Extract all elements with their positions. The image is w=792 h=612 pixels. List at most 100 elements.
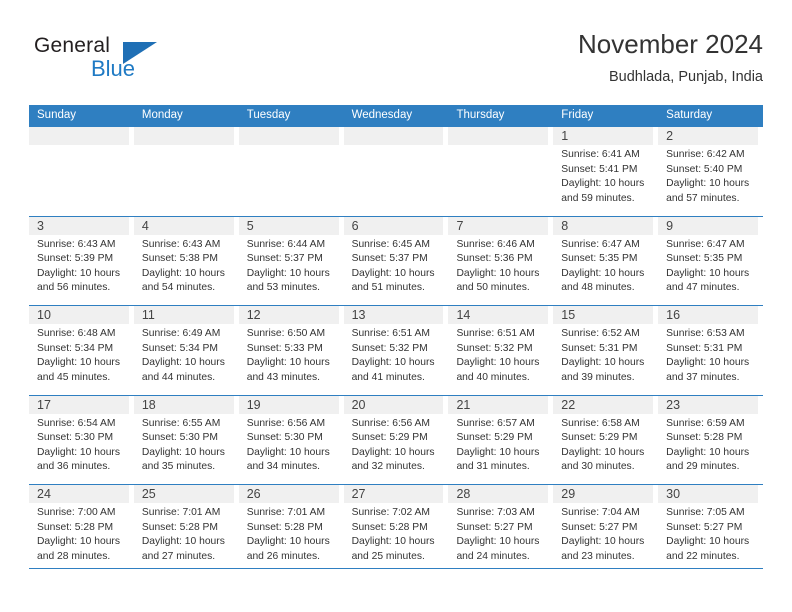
sunrise-text: Sunrise: 7:01 AM: [246, 507, 326, 518]
day-details: [239, 145, 339, 148]
day-details: Sunrise: 7:02 AM Sunset: 5:28 PM Daylight:…: [344, 503, 444, 564]
day-cell[interactable]: 26 Sunrise: 7:01 AM Sunset: 5:28 PM Dayligh…: [238, 485, 344, 574]
day-cell[interactable]: 6 Sunrise: 6:45 AM Sunset: 5:37 PM Daylight…: [343, 216, 449, 306]
day-cell[interactable]: 25 Sunrise: 7:01 AM Sunset: 5:28 PM Dayligh…: [133, 485, 239, 574]
daylight-text-line2: and 54 minutes.: [141, 282, 216, 294]
day-cell[interactable]: [133, 127, 239, 216]
weekday-monday: Monday: [141, 109, 183, 121]
day-cell[interactable]: 7 Sunrise: 6:46 AM Sunset: 5:36 PM Daylight…: [448, 216, 553, 306]
day-cell[interactable]: 22 Sunrise: 6:58 AM Sunset: 5:29 PM Dayligh…: [553, 395, 658, 485]
sunrise-text: Sunrise: 6:51 AM: [456, 328, 535, 339]
day-cell[interactable]: 4 Sunrise: 6:43 AM Sunset: 5:38 PM Daylight…: [133, 216, 239, 306]
day-cell[interactable]: 17 Sunrise: 6:54 AM Sunset: 5:30 PM Dayligh…: [29, 395, 134, 485]
day-details: Sunrise: 6:59 AM Sunset: 5:28 PM Daylight:…: [658, 414, 758, 475]
day-cell[interactable]: 23 Sunrise: 6:59 AM Sunset: 5:28 PM Dayligh…: [658, 395, 763, 485]
day-cell[interactable]: 20 Sunrise: 6:56 AM Sunset: 5:29 PM Dayligh…: [343, 395, 449, 485]
daylight-text-line2: and 37 minutes.: [666, 371, 740, 383]
day-cell[interactable]: 2 Sunrise: 6:42 AM Sunset: 5:40 PM Daylight…: [658, 127, 763, 216]
daylight-text-line1: Daylight: 10 hours: [666, 357, 750, 369]
day-cell[interactable]: 24 Sunrise: 7:00 AM Sunset: 5:28 PM Dayligh…: [29, 485, 134, 574]
day-details: Sunrise: 6:54 AM Sunset: 5:30 PM Daylight:…: [29, 414, 129, 475]
daylight-text-line1: Daylight: 10 hours: [561, 357, 645, 369]
sunset-text: Sunset: 5:28 PM: [351, 521, 428, 533]
sunrise-text: Sunrise: 6:47 AM: [561, 238, 640, 250]
day-number: 11: [141, 308, 155, 322]
daylight-text-line2: and 43 minutes.: [246, 371, 320, 383]
day-cell[interactable]: 5 Sunrise: 6:44 AM Sunset: 5:37 PM Daylight…: [238, 216, 344, 306]
day-number: 5: [246, 218, 254, 233]
general-blue-logo[interactable]: General Blue: [29, 32, 209, 88]
day-cell[interactable]: 15 Sunrise: 6:52 AM Sunset: 5:31 PM Dayligh…: [553, 306, 658, 395]
logo-text-general: General: [34, 34, 111, 57]
day-number: 21: [456, 397, 471, 412]
day-cell[interactable]: 8 Sunrise: 6:47 AM Sunset: 5:35 PM Daylight…: [553, 216, 658, 306]
sunrise-text: Sunrise: 6:46 AM: [456, 238, 535, 250]
day-cell[interactable]: 11 Sunrise: 6:49 AM Sunset: 5:34 PM Dayligh…: [133, 306, 239, 395]
day-details: Sunrise: 6:47 AM Sunset: 5:35 PM Daylight:…: [553, 235, 653, 296]
daylight-text-line2: and 41 minutes.: [351, 371, 425, 383]
weekday-friday: Friday: [561, 109, 594, 121]
sunset-text: Sunset: 5:34 PM: [141, 342, 218, 354]
day-cell[interactable]: 12 Sunrise: 6:50 AM Sunset: 5:33 PM Dayligh…: [238, 306, 344, 395]
day-details: Sunrise: 6:51 AM Sunset: 5:32 PM Daylight:…: [448, 324, 548, 385]
day-number: 16: [666, 308, 681, 322]
sunrise-text: Sunrise: 7:05 AM: [666, 507, 745, 518]
day-cell[interactable]: 21 Sunrise: 6:57 AM Sunset: 5:29 PM Dayligh…: [448, 395, 553, 485]
day-cell[interactable]: 16 Sunrise: 6:53 AM Sunset: 5:31 PM Dayligh…: [658, 306, 763, 395]
day-cell[interactable]: 13 Sunrise: 6:51 AM Sunset: 5:32 PM Dayligh…: [343, 306, 449, 395]
daylight-text-line1: Daylight: 10 hours: [666, 446, 750, 458]
day-cell[interactable]: [343, 127, 449, 216]
daylight-text-line1: Daylight: 10 hours: [351, 536, 435, 548]
daylight-text-line2: and 29 minutes.: [666, 461, 740, 473]
day-number: 8: [561, 218, 569, 233]
day-number: 29: [561, 487, 576, 501]
day-number: 25: [141, 487, 156, 501]
day-details: Sunrise: 7:04 AM Sunset: 5:27 PM Daylight:…: [553, 503, 653, 564]
day-cell[interactable]: [29, 127, 134, 216]
daylight-text-line1: Daylight: 10 hours: [561, 267, 645, 279]
daylight-text-line2: and 57 minutes.: [666, 192, 740, 204]
day-cell[interactable]: [238, 127, 344, 216]
weekday-thursday: Thursday: [456, 109, 505, 121]
day-cell[interactable]: 3 Sunrise: 6:43 AM Sunset: 5:39 PM Daylight…: [29, 216, 134, 306]
sunset-text: Sunset: 5:31 PM: [561, 342, 638, 354]
calendar-grid: Sunday Monday Tuesday Wednesday Thursday…: [29, 105, 763, 574]
day-cell[interactable]: 28 Sunrise: 7:03 AM Sunset: 5:27 PM Dayligh…: [448, 485, 553, 574]
daylight-text-line2: and 45 minutes.: [37, 371, 111, 383]
daylight-text-line2: and 25 minutes.: [351, 550, 425, 562]
daylight-text-line2: and 32 minutes.: [351, 461, 425, 473]
day-details: Sunrise: 6:43 AM Sunset: 5:39 PM Daylight:…: [29, 235, 129, 296]
day-number: 17: [37, 397, 51, 412]
sunset-text: Sunset: 5:36 PM: [456, 253, 533, 265]
day-cell[interactable]: 30 Sunrise: 7:05 AM Sunset: 5:27 PM Dayligh…: [658, 485, 763, 574]
day-cell[interactable]: 19 Sunrise: 6:56 AM Sunset: 5:30 PM Dayligh…: [238, 395, 344, 485]
daylight-text-line2: and 44 minutes.: [141, 371, 216, 383]
daylight-text-line2: and 40 minutes.: [456, 371, 530, 383]
sunrise-text: Sunrise: 6:47 AM: [666, 238, 745, 250]
daylight-text-line2: and 59 minutes.: [561, 192, 635, 204]
sunrise-text: Sunrise: 6:48 AM: [37, 328, 116, 339]
sunrise-text: Sunrise: 6:42 AM: [666, 149, 745, 160]
sunrise-text: Sunrise: 6:54 AM: [37, 417, 116, 429]
title-block: November 2024 Budhlada, Punjab, India: [578, 28, 763, 88]
day-cell[interactable]: 18 Sunrise: 6:55 AM Sunset: 5:30 PM Dayligh…: [133, 395, 239, 485]
day-details: [29, 145, 129, 148]
week-row: 24 Sunrise: 7:00 AM Sunset: 5:28 PM Dayligh…: [29, 484, 763, 574]
day-number: 4: [141, 218, 149, 233]
daylight-text-line1: Daylight: 10 hours: [37, 536, 120, 548]
day-cell[interactable]: 1 Sunrise: 6:41 AM Sunset: 5:41 PM Daylight…: [553, 127, 658, 216]
day-cell[interactable]: 14 Sunrise: 6:51 AM Sunset: 5:32 PM Dayligh…: [448, 306, 553, 395]
day-details: Sunrise: 6:56 AM Sunset: 5:29 PM Daylight:…: [344, 414, 444, 475]
day-cell[interactable]: 27 Sunrise: 7:02 AM Sunset: 5:28 PM Dayligh…: [343, 485, 449, 574]
day-number: 18: [141, 397, 156, 412]
day-cell[interactable]: 9 Sunrise: 6:47 AM Sunset: 5:35 PM Daylight…: [658, 216, 763, 306]
day-cell[interactable]: 10 Sunrise: 6:48 AM Sunset: 5:34 PM Dayligh…: [29, 306, 134, 395]
day-cell[interactable]: 29 Sunrise: 7:04 AM Sunset: 5:27 PM Dayligh…: [553, 485, 658, 574]
daylight-text-line2: and 39 minutes.: [561, 371, 635, 383]
daylight-text-line1: Daylight: 10 hours: [456, 536, 540, 548]
daylight-text-line2: and 47 minutes.: [666, 282, 740, 294]
sunset-text: Sunset: 5:39 PM: [37, 253, 114, 265]
daylight-text-line2: and 51 minutes.: [351, 282, 425, 294]
day-cell[interactable]: [448, 127, 553, 216]
weekday-tuesday: Tuesday: [246, 109, 291, 121]
